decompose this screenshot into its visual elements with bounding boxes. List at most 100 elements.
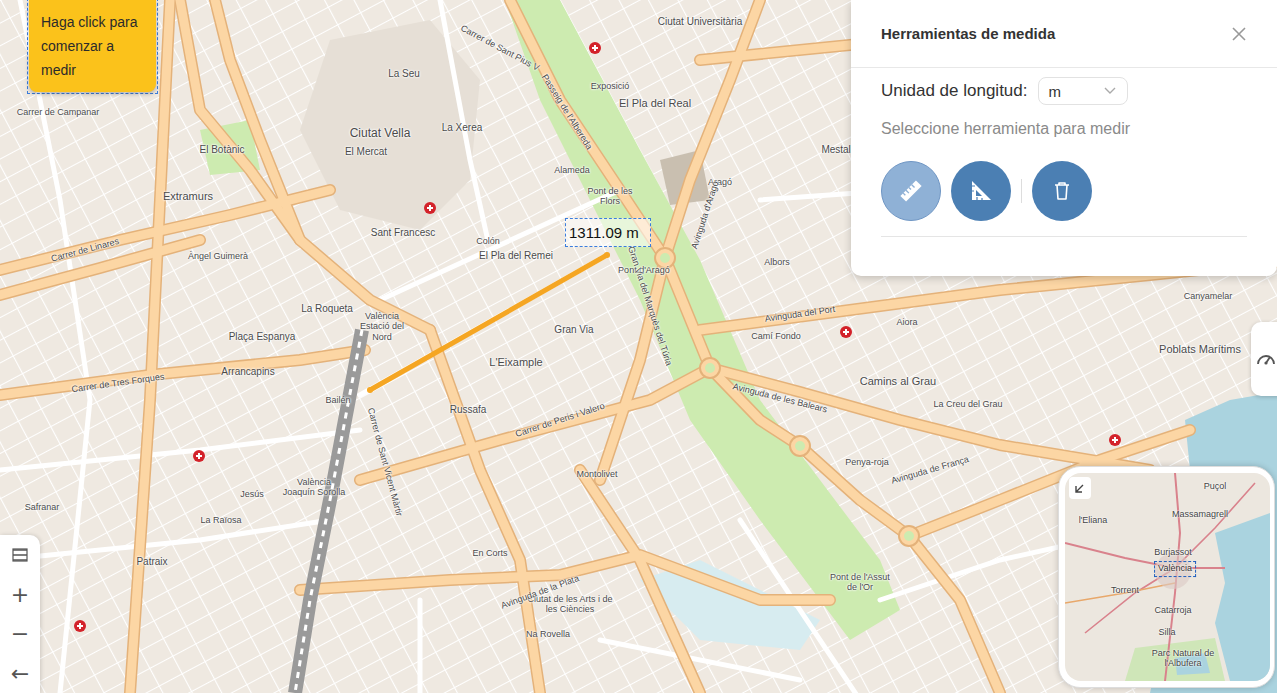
map-label: La Xerea xyxy=(442,122,483,134)
map-label: El Pla del Real xyxy=(619,97,691,110)
avenue-casing xyxy=(180,0,430,330)
measure-start[interactable] xyxy=(367,387,373,393)
avenue xyxy=(430,330,540,693)
tool-separator xyxy=(1021,179,1022,203)
unit-value: m xyxy=(1049,83,1062,100)
back-button[interactable]: ← xyxy=(0,654,40,693)
avenue xyxy=(710,368,1150,470)
avenue xyxy=(360,368,710,480)
map-label: Albors xyxy=(764,257,790,267)
map-label: El Pla del Remei xyxy=(479,250,553,262)
overview-label: Catarroja xyxy=(1154,606,1191,616)
map-label: Exposició xyxy=(591,81,630,91)
map-label: En Corts xyxy=(472,548,507,558)
map-label: La Seu xyxy=(388,68,420,80)
avenue-casing xyxy=(710,368,1150,470)
roundabout-center xyxy=(660,253,670,263)
map-label: La Raïosa xyxy=(200,515,241,525)
map-label: Pont de les Flors xyxy=(578,186,642,207)
overview-label: Puçol xyxy=(1204,482,1227,492)
map-label: Sant Francesc xyxy=(371,227,435,239)
street xyxy=(0,520,330,560)
map-label: Na Rovella xyxy=(526,629,570,639)
hospital-icon[interactable] xyxy=(193,450,205,462)
measure-distance-label: 1311.09 m xyxy=(565,218,651,247)
panel-body: Unidad de longitud: m Seleccione herrami… xyxy=(851,68,1277,237)
roundabout xyxy=(899,526,919,546)
hospital-icon[interactable] xyxy=(74,620,86,632)
measure-toggle[interactable] xyxy=(1251,322,1277,396)
overview-label: Parc Natural de l'Albufera xyxy=(1148,649,1218,669)
zoom-out-glyph: − xyxy=(11,621,29,646)
ruler-tool-button[interactable] xyxy=(881,161,941,221)
hospital-icon[interactable] xyxy=(840,326,852,338)
overview-label: Silla xyxy=(1158,628,1175,638)
hospital-icon[interactable] xyxy=(424,202,436,214)
close-icon xyxy=(1231,26,1247,42)
ruler-icon xyxy=(898,178,924,204)
map-label: Ciutat Universitària xyxy=(658,16,742,28)
overview-map[interactable]: PuçolMassamagrelll'ElianaBurjassotValènc… xyxy=(1058,466,1275,688)
map-label: Gran Via xyxy=(554,324,593,336)
overview-map-view[interactable]: PuçolMassamagrelll'ElianaBurjassotValènc… xyxy=(1065,473,1270,681)
chevron-down-icon xyxy=(1103,86,1117,96)
street-grid xyxy=(0,0,1277,693)
map-label: Arrancapins xyxy=(221,366,274,378)
tool-row xyxy=(881,161,1247,221)
map-label: Alameda xyxy=(554,165,590,175)
measure-tooltip: Haga click para comenzar a medir xyxy=(29,0,156,92)
unit-row: Unidad de longitud: m xyxy=(881,76,1247,106)
measure-end[interactable] xyxy=(604,252,610,258)
land xyxy=(0,0,1277,693)
map-label: La Creu del Grau xyxy=(933,399,1002,409)
hospital-icon[interactable] xyxy=(589,42,601,54)
delete-tool-button[interactable] xyxy=(1032,161,1092,221)
street xyxy=(740,520,860,693)
map-label: El Mercat xyxy=(345,146,387,158)
avenue-casing xyxy=(665,0,760,258)
map-label: València Joaquín Sorolla xyxy=(282,477,346,498)
overview-label: Burjassot xyxy=(1154,548,1192,558)
map-label: L'Eixample xyxy=(489,356,542,369)
map-label: Extramurs xyxy=(163,190,213,203)
panel-title: Herramientas de medida xyxy=(881,25,1055,42)
map-label: Ciutat Vella xyxy=(350,127,411,141)
map-label: Aiora xyxy=(896,317,917,327)
street xyxy=(418,600,423,693)
roundabout-center xyxy=(795,441,805,451)
zoom-out-button[interactable]: − xyxy=(0,614,40,654)
tooltip-frame: Haga click para comenzar a medir xyxy=(27,0,158,94)
hospital-icon[interactable] xyxy=(1109,434,1121,446)
railway-track xyxy=(295,330,362,693)
hint-text: Seleccione herramienta para medir xyxy=(881,118,1247,140)
map-label: Patraix xyxy=(136,556,167,568)
gauge-icon xyxy=(1255,348,1277,370)
zoom-in-button[interactable]: + xyxy=(0,575,40,615)
avenue xyxy=(215,0,300,240)
avenue xyxy=(180,0,430,330)
layers-button[interactable] xyxy=(0,535,40,575)
angle-tool-button[interactable] xyxy=(951,161,1011,221)
roundabout xyxy=(700,358,720,378)
avenue-casing xyxy=(0,350,365,395)
overview-label: l'Eliana xyxy=(1079,516,1108,526)
map-label: Poblats Marítims xyxy=(1159,343,1241,356)
railway xyxy=(295,330,362,693)
map-label: Camí Fondo xyxy=(751,331,801,341)
map-controls: + − ← xyxy=(0,535,40,693)
unit-select[interactable]: m xyxy=(1038,77,1128,105)
map[interactable]: Ciutat Vella Extramurs L'Eixample Ciutat Un… xyxy=(0,0,1277,693)
street xyxy=(0,430,360,470)
map-label: València Estació del Nord xyxy=(350,311,414,342)
close-button[interactable] xyxy=(1227,22,1251,46)
measure-line xyxy=(370,255,607,390)
back-glyph: ← xyxy=(11,661,29,686)
avenue xyxy=(580,470,700,693)
map-label: Canyamelar xyxy=(1184,291,1233,301)
unit-label: Unidad de longitud: xyxy=(881,81,1028,101)
map-label: Colón xyxy=(476,236,500,246)
street xyxy=(600,640,800,680)
avenue xyxy=(665,0,760,258)
panel-divider xyxy=(881,236,1247,237)
overview-toggle[interactable] xyxy=(1069,477,1091,499)
